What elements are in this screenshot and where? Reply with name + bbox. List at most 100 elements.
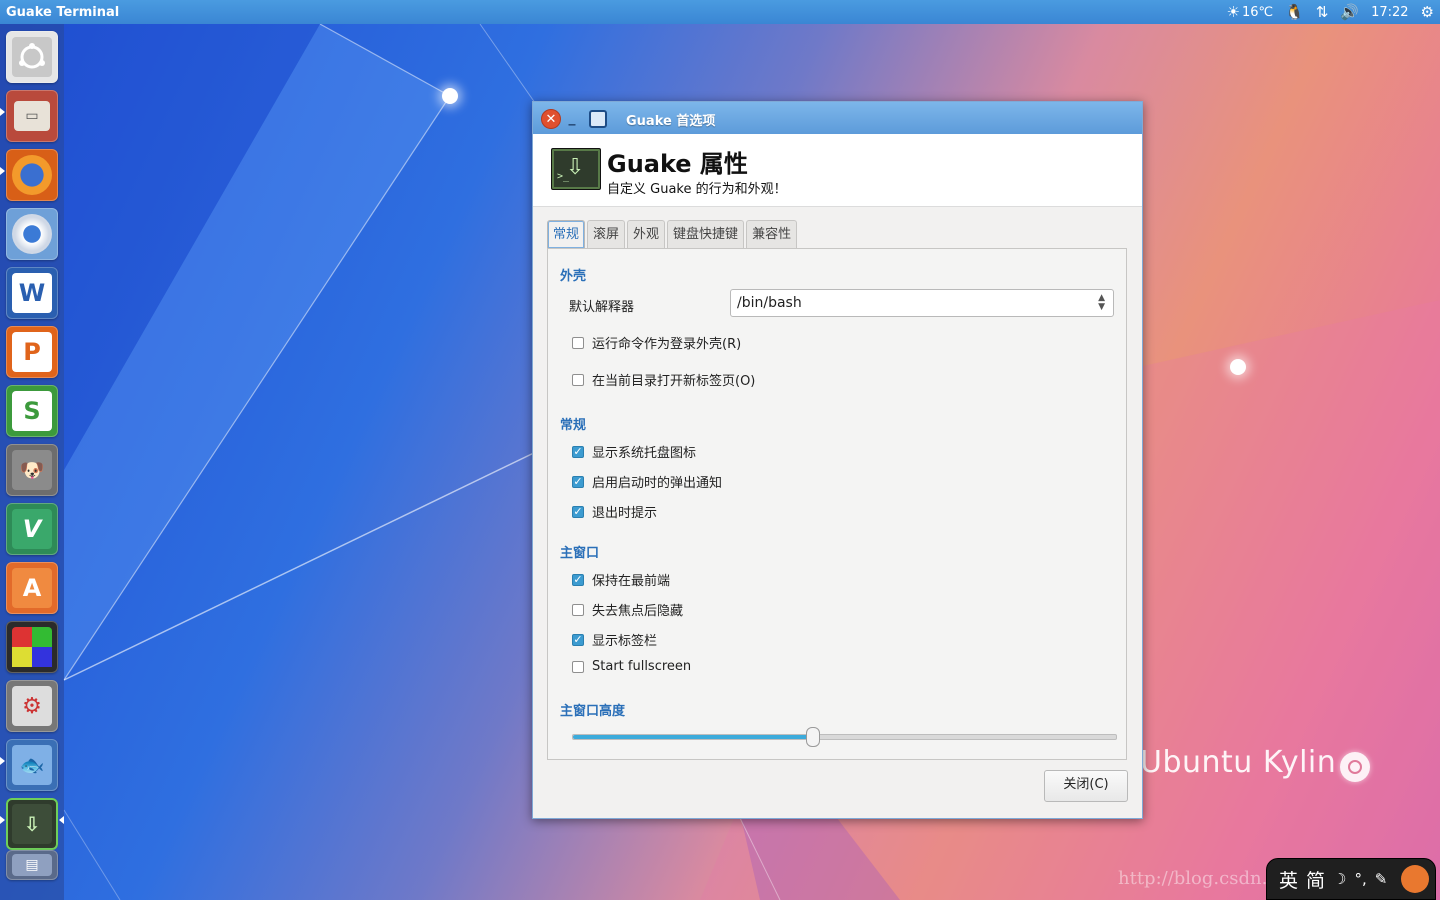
vim-icon: V xyxy=(12,509,52,549)
launcher-wps-spreadsheets[interactable]: S xyxy=(6,385,58,437)
active-app-title: Guake Terminal xyxy=(6,4,120,20)
hide-on-lose-focus-checkbox-row[interactable]: 失去焦点后隐藏 xyxy=(572,600,683,619)
section-general-heading: 常规 xyxy=(560,418,587,433)
prompt-on-quit-label: 退出时提示 xyxy=(592,506,658,521)
launcher-fish-app[interactable]: 🐟 xyxy=(6,739,58,791)
slider-handle[interactable] xyxy=(805,727,820,747)
terminal-prompt-icon: >_ xyxy=(557,171,570,182)
hide-on-lose-focus-checkbox[interactable] xyxy=(572,603,584,616)
kylin-logo-icon xyxy=(1340,752,1370,782)
close-button[interactable]: 关闭(C) xyxy=(1044,770,1128,802)
wallpaper-glow-dot xyxy=(1230,359,1246,375)
volume-icon[interactable]: 🔊 xyxy=(1340,3,1359,21)
login-shell-checkbox-row[interactable]: 运行命令作为登录外壳(R) xyxy=(572,333,741,352)
startup-popup-label: 启用启动时的弹出通知 xyxy=(592,476,723,491)
section-main-window-heading: 主窗口 xyxy=(560,546,600,561)
launcher-files[interactable]: ▭ xyxy=(6,90,58,142)
weather-temp: 16℃ xyxy=(1241,4,1274,20)
window-close-button[interactable]: ✕ xyxy=(541,109,561,129)
guake-app-icon: ⇩ >_ xyxy=(551,148,601,190)
clock[interactable]: 17:22 xyxy=(1371,5,1408,20)
launcher-scanner[interactable]: ▤ xyxy=(6,850,58,880)
network-arrows-icon[interactable]: ⇅ xyxy=(1316,3,1329,21)
launcher-software-center[interactable]: A xyxy=(6,562,58,614)
start-fullscreen-label: Start fullscreen xyxy=(592,659,692,674)
software-center-icon: A xyxy=(12,568,52,608)
firefox-icon xyxy=(12,155,52,195)
chromium-icon xyxy=(12,214,52,254)
tab-scrolling[interactable]: 滚屏 xyxy=(587,220,626,248)
wps-writer-icon: W xyxy=(12,273,52,313)
guake-preferences-dialog: ✕ _ Guake 首选项 ⇩ >_ Guake 属性 自定义 Guake 的行… xyxy=(532,101,1143,819)
general-tab-panel: 外壳 默认解释器 /bin/bash ▲ ▼ 运行命令作为登录外壳(R) 在当前目… xyxy=(547,248,1127,760)
dialog-title: Guake 首选项 xyxy=(626,114,716,129)
always-on-top-checkbox[interactable]: ✓ xyxy=(572,573,584,586)
launcher-wps-writer[interactable]: W xyxy=(6,267,58,319)
start-fullscreen-checkbox-row[interactable]: Start fullscreen xyxy=(572,659,691,674)
login-shell-label: 运行命令作为登录外壳(R) xyxy=(592,337,742,352)
tab-general[interactable]: 常规 xyxy=(547,220,586,248)
window-height-slider[interactable] xyxy=(572,727,1117,747)
gear-icon[interactable]: ⚙ xyxy=(1421,3,1434,21)
tab-appearance[interactable]: 外观 xyxy=(627,220,666,248)
launcher-chromium[interactable] xyxy=(6,208,58,260)
guake-down-arrow-icon: ⇩ xyxy=(23,812,41,836)
hide-on-lose-focus-label: 失去焦点后隐藏 xyxy=(592,604,684,619)
launcher-gimp[interactable]: 🐶 xyxy=(6,444,58,496)
show-tabbar-checkbox-row[interactable]: ✓ 显示标签栏 xyxy=(572,630,657,649)
section-window-height-heading: 主窗口高度 xyxy=(560,704,626,719)
tray-icon-checkbox-row[interactable]: ✓ 显示系统托盘图标 xyxy=(572,442,696,461)
dialog-titlebar[interactable]: ✕ _ Guake 首选项 xyxy=(533,102,1142,134)
tray-icon-checkbox[interactable]: ✓ xyxy=(572,445,584,458)
header-subtitle: 自定义 Guake 的行为和外观！ xyxy=(607,182,787,197)
window-minimize-button[interactable]: _ xyxy=(563,109,581,127)
wrench-icon[interactable]: ✎ xyxy=(1375,870,1388,888)
kylin-im-logo-icon[interactable] xyxy=(1401,865,1429,893)
launcher-system-settings[interactable]: ⚙ xyxy=(6,680,58,732)
dialog-header: ⇩ >_ Guake 属性 自定义 Guake 的行为和外观！ xyxy=(533,134,1142,207)
im-mode-toggle[interactable]: 简 xyxy=(1306,866,1325,893)
wrench-gear-icon: ⚙ xyxy=(22,693,42,719)
launcher-running-pip xyxy=(0,816,5,824)
open-in-cwd-checkbox-row[interactable]: 在当前目录打开新标签页(O) xyxy=(572,370,755,389)
fish-icon: 🐟 xyxy=(19,753,45,777)
launcher-wps-presentation[interactable]: P xyxy=(6,326,58,378)
wps-spreadsheets-icon: S xyxy=(12,391,52,431)
launcher-vim[interactable]: V xyxy=(6,503,58,555)
login-shell-checkbox[interactable] xyxy=(572,336,584,349)
tux-icon[interactable]: 🐧 xyxy=(1285,3,1304,21)
windows-tiles-icon xyxy=(12,627,52,667)
header-title: Guake 属性 xyxy=(607,150,748,178)
window-maximize-button[interactable] xyxy=(589,110,607,128)
launcher-windows-app[interactable] xyxy=(6,621,58,673)
launcher-guake[interactable]: ⇩ xyxy=(6,798,58,850)
default-interpreter-combo[interactable]: /bin/bash ▲ ▼ xyxy=(730,289,1114,317)
launcher-focused-pip xyxy=(59,816,64,824)
input-method-bar[interactable]: 英 简 ☽ °, ✎ xyxy=(1266,858,1436,900)
startup-popup-checkbox[interactable]: ✓ xyxy=(572,475,584,488)
moon-icon[interactable]: ☽ xyxy=(1333,870,1346,888)
wps-presentation-icon: P xyxy=(12,332,52,372)
open-in-cwd-checkbox[interactable] xyxy=(572,373,584,386)
scanner-icon: ▤ xyxy=(25,857,39,873)
wallpaper-brand-text: Ubuntu Kylin xyxy=(1140,745,1337,780)
startup-popup-checkbox-row[interactable]: ✓ 启用启动时的弹出通知 xyxy=(572,472,722,491)
weather-indicator[interactable]: ☀ 16℃ xyxy=(1227,3,1274,21)
always-on-top-checkbox-row[interactable]: ✓ 保持在最前端 xyxy=(572,570,670,589)
sun-icon: ☀ xyxy=(1226,3,1240,21)
default-interpreter-label: 默认解释器 xyxy=(569,300,635,315)
launcher: ▭ W P S 🐶 V A ⚙ 🐟 ⇩ ▤ xyxy=(0,24,64,900)
im-language-toggle[interactable]: 英 xyxy=(1279,866,1298,893)
tab-keyboard-shortcuts[interactable]: 键盘快捷键 xyxy=(667,220,745,248)
prompt-on-quit-checkbox-row[interactable]: ✓ 退出时提示 xyxy=(572,502,657,521)
launcher-firefox[interactable] xyxy=(6,149,58,201)
show-tabbar-checkbox[interactable]: ✓ xyxy=(572,633,584,646)
punctuation-icon[interactable]: °, xyxy=(1354,870,1366,888)
start-fullscreen-checkbox[interactable] xyxy=(572,660,584,673)
always-on-top-label: 保持在最前端 xyxy=(592,574,671,589)
tab-compatibility[interactable]: 兼容性 xyxy=(746,220,798,248)
launcher-dash-ubuntu[interactable] xyxy=(6,31,58,83)
prompt-on-quit-checkbox[interactable]: ✓ xyxy=(572,505,584,518)
wallpaper-glow-dot xyxy=(442,88,458,104)
slider-fill xyxy=(573,735,812,739)
